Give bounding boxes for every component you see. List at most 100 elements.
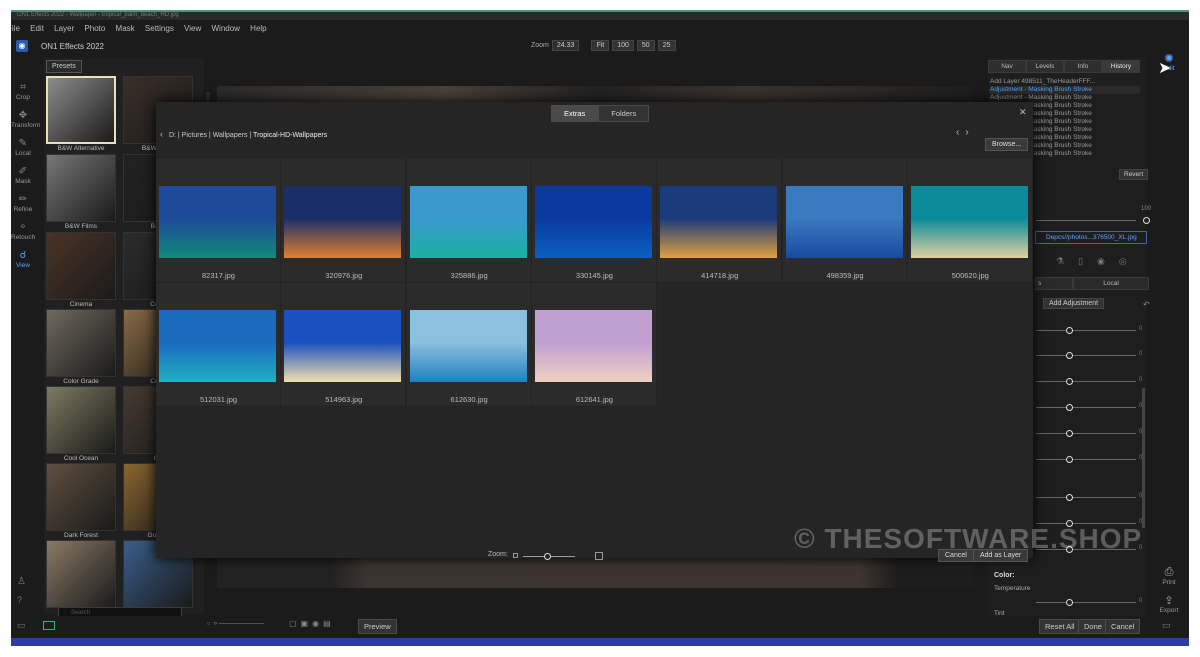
tool-local[interactable]: ✎ Local — [11, 138, 35, 157]
zoom-value-select[interactable]: 24.33 — [551, 40, 580, 51]
cancel-button[interactable]: Cancel — [1105, 619, 1141, 634]
back-icon[interactable]: ‹ — [160, 129, 163, 139]
menu-settings[interactable]: Settings — [145, 22, 174, 36]
presets-tab[interactable]: Presets — [46, 60, 82, 73]
adjustment-slider[interactable]: 0 — [1036, 351, 1142, 360]
tab-global[interactable]: s — [1035, 277, 1073, 290]
reset-all-button[interactable]: Reset All — [1039, 619, 1081, 634]
done-button[interactable]: Done — [1078, 619, 1108, 634]
file-thumbnail-cell[interactable]: 320976.jpg — [281, 159, 407, 283]
adjustment-slider[interactable]: 0 — [1036, 598, 1142, 607]
file-thumbnail-cell[interactable]: 325886.jpg — [406, 159, 532, 283]
crumb-current[interactable]: Tropical-HD-Wallpapers — [253, 132, 327, 139]
color-section-title: Color: — [994, 572, 1015, 579]
thumbnail-zoom-knob[interactable] — [544, 553, 551, 560]
zoom-fit-button[interactable]: Fit — [591, 40, 610, 51]
menu-mask[interactable]: Mask — [116, 22, 135, 36]
file-thumbnail-cell[interactable]: 330145.jpg — [531, 159, 657, 283]
tool-retouch[interactable]: ⚬ Retouch — [11, 222, 35, 241]
tool-view[interactable]: ☌ View — [11, 250, 35, 269]
file-thumbnail-image — [785, 186, 903, 258]
revert-button[interactable]: Revert — [1119, 169, 1149, 180]
tool-crop[interactable]: ⌗ Crop — [11, 82, 35, 101]
adjustment-slider[interactable]: 0 — [1036, 493, 1142, 502]
preset-item[interactable]: Cinema — [46, 232, 116, 308]
preset-item[interactable]: B&W Films — [46, 154, 116, 230]
preset-item[interactable]: B&W Alternative — [46, 76, 116, 152]
tab-info[interactable]: Info — [1064, 60, 1102, 73]
history-item[interactable]: Adjustment - Masking Brush Stroke — [990, 94, 1140, 102]
zoom-50-button[interactable]: 50 — [636, 40, 655, 51]
file-thumbnail-image — [159, 186, 276, 258]
crumb-drive[interactable]: D: — [169, 132, 176, 139]
tab-history[interactable]: History — [1102, 60, 1140, 73]
preview-button[interactable]: Preview — [358, 619, 397, 634]
menu-photo[interactable]: Photo — [84, 22, 105, 36]
panel-toggle-right-icon[interactable]: ▭ — [1162, 620, 1171, 631]
brush-size-slider[interactable]: ▫ ⚬──────── — [207, 619, 264, 628]
file-thumbnail-cell[interactable]: 414718.jpg — [657, 159, 783, 283]
zoom-label: Zoom — [531, 42, 549, 49]
menu-edit[interactable]: Edit — [30, 22, 44, 36]
file-thumbnail-cell[interactable]: 500620.jpg — [907, 159, 1033, 283]
tab-local[interactable]: Local — [1073, 277, 1149, 290]
tool-transform[interactable]: ✥ Transform — [11, 110, 40, 129]
compare-icon[interactable] — [43, 621, 55, 630]
crumb-wallpapers[interactable]: Wallpapers — [213, 132, 248, 139]
menu-layer[interactable]: Layer — [54, 22, 74, 36]
tool-refine[interactable]: ✏ Refine — [11, 194, 35, 213]
preset-item[interactable]: Cool Ocean — [46, 386, 116, 462]
file-thumbnail-cell[interactable]: 514963.jpg — [281, 283, 407, 407]
file-thumbnail-cell[interactable]: 612641.jpg — [531, 283, 657, 407]
preset-item[interactable] — [46, 540, 116, 609]
menu-view[interactable]: View — [184, 22, 201, 36]
layer-tool-icons[interactable]: ⚗▯◉◎ — [1056, 256, 1141, 267]
module-print[interactable]: ⎙ Print — [1151, 566, 1187, 586]
add-adjustment-button[interactable]: Add Adjustment — [1043, 298, 1105, 309]
history-item-current[interactable]: Adjustment - Masking Brush Stroke — [990, 86, 1140, 94]
menu-window[interactable]: Window — [211, 22, 239, 36]
preset-item[interactable]: Color Grade — [46, 309, 116, 385]
folder-nav-arrows[interactable]: ‹› — [956, 127, 975, 138]
tab-nav[interactable]: Nav — [988, 60, 1026, 73]
adjust-tabs: s Local — [1035, 277, 1149, 290]
file-thumbnail-cell[interactable]: 82317.jpg — [156, 159, 281, 283]
adjustment-slider[interactable]: 0 — [1036, 326, 1142, 335]
menu-file[interactable]: File — [11, 22, 20, 36]
panel-toggle-left-icon[interactable]: ▭ — [17, 620, 26, 631]
right-scrollbar[interactable] — [1142, 388, 1145, 528]
history-item[interactable]: Add Layer 498511_TheHeaderFFF... — [990, 78, 1140, 86]
tab-extras[interactable]: Extras — [551, 105, 599, 122]
help-icon[interactable]: ? — [17, 595, 22, 605]
menu-help[interactable]: Help — [250, 22, 266, 36]
user-icon[interactable]: ♙ — [17, 576, 26, 587]
module-export[interactable]: ⇪ Export — [1151, 594, 1187, 614]
file-name: 612630.jpg — [450, 395, 488, 404]
browse-button[interactable]: Browse... — [985, 138, 1029, 151]
file-thumbnail-cell[interactable]: 612630.jpg — [406, 283, 532, 407]
preset-thumbnail — [46, 309, 116, 377]
adjustment-slider[interactable]: 0 — [1036, 455, 1142, 464]
adjustment-slider[interactable]: 0 — [1036, 403, 1142, 412]
crumb-pictures[interactable]: Pictures — [182, 132, 207, 139]
adjustment-slider[interactable]: 0 — [1036, 377, 1142, 386]
adjustment-slider[interactable]: 0 — [1036, 429, 1142, 438]
file-name: 320976.jpg — [325, 271, 363, 280]
layer-file-path[interactable]: Depcs//photos...376500_XL.jpg — [1035, 231, 1147, 244]
file-thumbnail-cell[interactable]: 498359.jpg — [782, 159, 908, 283]
undo-icon[interactable]: ↶ — [1143, 300, 1150, 309]
opacity-slider[interactable] — [1036, 217, 1150, 225]
close-icon[interactable]: ✕ — [1019, 107, 1027, 118]
zoom-100-button[interactable]: 100 — [612, 40, 634, 51]
tool-mask[interactable]: ✐ Mask — [11, 166, 35, 185]
file-name: 514963.jpg — [325, 395, 363, 404]
zoom-25-button[interactable]: 25 — [657, 40, 676, 51]
preset-item[interactable]: Dark Forest — [46, 463, 116, 539]
mouse-cursor-icon: ➤ — [1158, 60, 1172, 77]
tab-folders[interactable]: Folders — [598, 105, 650, 122]
view-mode-icons[interactable]: ▢▣◉▤ — [289, 619, 335, 628]
zoom-small-icon[interactable] — [513, 553, 518, 558]
zoom-large-icon[interactable] — [595, 552, 603, 560]
tab-levels[interactable]: Levels — [1026, 60, 1064, 73]
file-thumbnail-cell[interactable]: 512031.jpg — [156, 283, 281, 407]
